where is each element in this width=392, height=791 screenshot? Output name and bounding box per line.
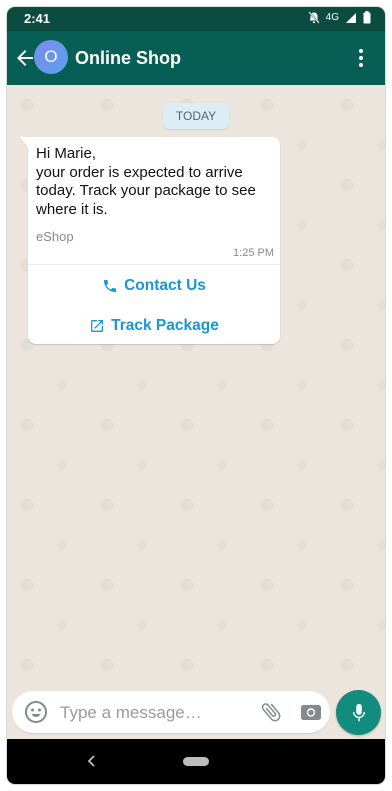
chat-area: TODAY Hi Marie, your order is expected t… (7, 85, 385, 688)
signal-icon (346, 12, 356, 23)
bubble-tail (20, 137, 28, 147)
notifications-off-icon (307, 11, 320, 24)
voice-message-button[interactable] (336, 690, 381, 735)
message-bubble[interactable]: Hi Marie, your order is expected to arri… (20, 137, 280, 344)
status-bar: 2:41 4G (7, 7, 385, 31)
microphone-icon (352, 703, 365, 721)
message-composer (12, 691, 330, 733)
track-package-button[interactable]: Track Package (28, 308, 280, 344)
date-chip: TODAY (163, 103, 229, 129)
more-options-icon[interactable] (349, 46, 373, 70)
contact-avatar[interactable]: O (34, 40, 68, 74)
system-nav-bar (7, 739, 385, 784)
chat-title[interactable]: Online Shop (75, 48, 181, 69)
track-package-label: Track Package (111, 317, 219, 334)
chat-header: O Online Shop (7, 31, 385, 85)
battery-icon (363, 11, 371, 24)
status-time: 2:41 (24, 11, 51, 26)
message-input[interactable] (58, 699, 252, 727)
divider (28, 264, 280, 265)
camera-icon[interactable] (299, 700, 323, 724)
phone-icon (104, 280, 117, 292)
date-chip-label: TODAY (175, 109, 217, 123)
network-type: 4G (325, 12, 339, 23)
nav-home-pill[interactable] (183, 757, 209, 766)
phone-screen: 2:41 4G O Online Shop TODAY Hi Marie, yo… (7, 7, 385, 784)
message-time: 1:25 PM (233, 247, 274, 259)
message-text: Hi Marie, your order is expected to arri… (36, 145, 274, 219)
contact-us-label: Contact Us (124, 277, 206, 294)
nav-back-icon[interactable] (85, 754, 99, 768)
message-footer: eShop (36, 229, 74, 244)
status-icons: 4G (307, 11, 371, 24)
avatar-letter: O (44, 47, 58, 66)
emoji-icon[interactable] (24, 700, 48, 724)
message-line: your order is expected to arrive today. … (36, 163, 256, 218)
message-line: Hi Marie, (36, 145, 97, 162)
attach-icon[interactable] (259, 700, 283, 724)
contact-us-button[interactable]: Contact Us (28, 268, 280, 304)
external-link-icon (91, 320, 104, 332)
